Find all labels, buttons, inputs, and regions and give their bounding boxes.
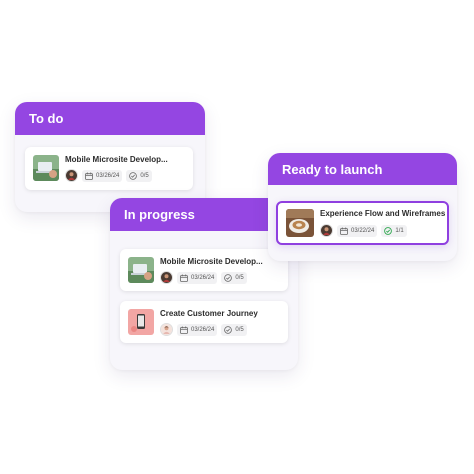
checklist-progress: 1/1 [381,224,407,237]
due-date: 03/26/24 [177,271,218,284]
avatar [160,271,173,284]
due-date: 03/22/24 [337,224,378,237]
due-date-text: 03/26/24 [191,274,215,281]
check-circle-icon [129,171,138,180]
check-circle-green-icon [384,226,393,235]
checklist-progress: 0/5 [221,323,247,336]
checklist-count: 1/1 [395,227,404,234]
due-date-text: 03/26/24 [96,172,120,179]
calendar-icon [180,274,188,282]
task-thumbnail [128,309,154,335]
task-thumbnail [33,155,59,181]
task-meta: 03/26/24 0/5 [65,169,152,182]
task-title: Create Customer Journey [160,309,258,318]
task-thumbnail [128,257,154,283]
column-header-ready-to-launch: Ready to launch [268,153,457,185]
task-thumbnail [286,209,314,237]
task-title: Mobile Microsite Develop... [65,155,168,164]
task-card[interactable]: Mobile Microsite Develop... 03/26/24 0/5 [120,249,288,291]
task-card-selected[interactable]: Experience Flow and Wireframes 03/22/24 … [276,201,449,245]
calendar-icon [180,326,188,334]
column-header-todo: To do [15,102,205,135]
check-circle-icon [224,325,233,334]
due-date-text: 03/26/24 [191,326,215,333]
checklist-progress: 0/5 [126,169,152,182]
avatar [65,169,78,182]
task-card[interactable]: Mobile Microsite Develop... 03/26/24 0/5 [25,147,193,190]
checklist-count: 0/5 [235,274,244,281]
due-date-text: 03/22/24 [351,227,375,234]
calendar-icon [340,227,348,235]
due-date: 03/26/24 [177,323,218,336]
task-title: Mobile Microsite Develop... [160,257,263,266]
checklist-count: 0/5 [140,172,149,179]
task-card[interactable]: Create Customer Journey 03/26/24 0/5 [120,301,288,343]
check-circle-icon [224,273,233,282]
task-title: Experience Flow and Wireframes [320,209,446,218]
task-meta: 03/26/24 0/5 [160,271,247,284]
checklist-progress: 0/5 [221,271,247,284]
avatar [320,224,333,237]
column-ready-to-launch: Ready to launch Experience Flow and Wire… [268,153,457,261]
calendar-icon [85,172,93,180]
checklist-count: 0/5 [235,326,244,333]
task-meta: 03/26/24 0/5 [160,323,247,336]
due-date: 03/26/24 [82,169,123,182]
column-todo: To do Mobile Microsite Develop... 03/26/… [15,102,205,212]
task-meta: 03/22/24 1/1 [320,224,407,237]
avatar [160,323,173,336]
